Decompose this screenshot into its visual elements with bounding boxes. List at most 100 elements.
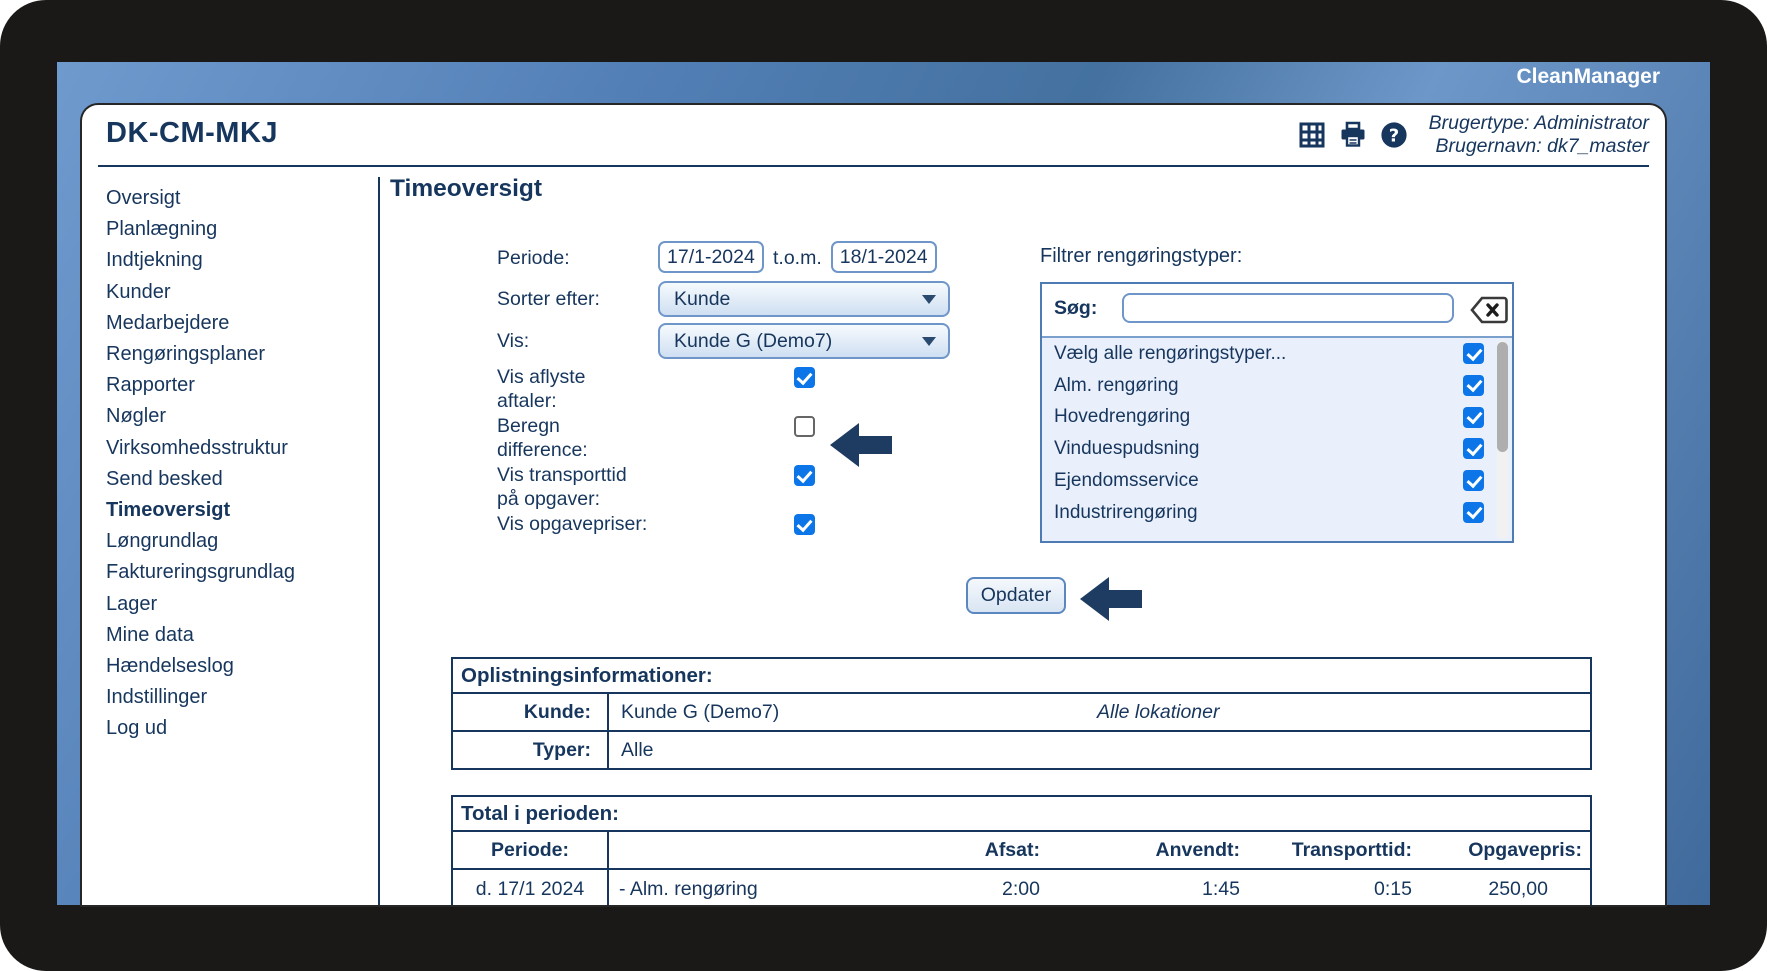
tom-label: t.o.m. [773,247,822,269]
clear-search-icon[interactable] [1470,296,1508,324]
col-header-transporttid: Transporttid: [1291,839,1412,861]
filter-checkbox-vinduespudsning[interactable] [1463,438,1484,460]
update-button[interactable]: Opdater [966,577,1066,614]
sidebar-item-faktureringsgrundlag[interactable]: Faktureringsgrundlag [106,557,368,588]
col-header-afsat: Afsat: [984,839,1040,861]
filter-item-vinduespudsning[interactable]: Vinduespudsning [1042,433,1512,465]
table-view-icon[interactable] [1298,121,1326,149]
checkbox-vis-opgavepriser[interactable] [793,514,815,535]
cell-transporttid: 0:15 [1374,878,1412,900]
print-icon[interactable] [1339,121,1367,149]
cell-periode: d. 17/1 2024 [453,870,609,905]
sidebar-item-longrundlag[interactable]: Løngrundlag [106,526,368,557]
filter-item-ejendomsservice[interactable]: Ejendomsservice [1042,465,1512,497]
sidebar-item-haendelseslog[interactable]: Hændelseslog [106,651,368,682]
info-row-label: Kunde: [453,694,609,730]
cell-anvendt: 1:45 [1202,878,1240,900]
check-row-opgavepriser: Vis opgavepriser: [497,512,967,561]
vis-value: Kunde G (Demo7) [674,329,833,352]
check-label-aflyste: Vis aflyste aftaler: [497,366,586,412]
info-kunde-value: Kunde G (Demo7) [621,701,780,723]
col-header-opgavepris: Opgavepris: [1468,839,1582,861]
periode-controls: t.o.m. [658,241,950,275]
info-kunde-note: Alle lokationer [1097,701,1220,723]
check-row-transporttid: Vis transporttid på opgaver: [497,463,967,512]
filter-search-row: Søg: [1042,284,1512,338]
filter-item-industrirengoring[interactable]: Industrirengøring [1042,497,1512,529]
checkbox-beregn-difference[interactable] [793,416,815,437]
table-row: d. 17/1 2024 - Alm. rengøring 2:00 1:45 … [453,870,1590,905]
info-row-value: Kunde G (Demo7) Alle lokationer [609,694,1590,730]
filter-item-alm-rengoring[interactable]: Alm. rengøring [1042,370,1512,402]
sidebar-item-send-besked[interactable]: Send besked [106,464,368,495]
sidebar-nav: Oversigt Planlægning Indtjekning Kunder … [106,183,368,745]
svg-text:?: ? [1388,126,1398,147]
sidebar-item-log-ud[interactable]: Log ud [106,713,368,744]
info-row-value: Alle [609,732,1590,768]
sorter-label: Sorter efter: [497,288,600,310]
sorter-row: Sorter efter: Kunde [497,281,967,323]
filter-checkbox-industrirengoring[interactable] [1463,501,1484,523]
filter-checkbox-select-all[interactable] [1463,343,1484,364]
sidebar-divider [378,177,380,905]
filter-item-label: Vinduespudsning [1054,438,1200,460]
periode-from-input[interactable] [658,241,764,273]
cell-afsat: 2:00 [1002,878,1040,900]
sidebar-item-timeoversigt[interactable]: Timeoversigt [106,495,368,526]
checkbox-vis-transporttid[interactable] [793,465,815,486]
sidebar-item-lager[interactable]: Lager [106,589,368,620]
user-type: Brugertype: Administrator [1428,112,1649,134]
sidebar-item-planlaegning[interactable]: Planlægning [106,214,368,245]
filter-scrollbar-thumb[interactable] [1497,342,1508,452]
table-row: Typer: Alle [453,730,1590,768]
filter-item-select-all[interactable]: Vælg alle rengøringstyper... [1042,338,1512,370]
sidebar-item-nogler[interactable]: Nøgler [106,401,368,432]
periode-row: Periode: t.o.m. [497,241,967,281]
filter-item-label: Vælg alle rengøringstyper... [1054,342,1287,364]
sidebar-item-oversigt[interactable]: Oversigt [106,183,368,214]
filter-checkbox-ejendomsservice[interactable] [1463,470,1484,492]
vis-row: Vis: Kunde G (Demo7) [497,323,967,365]
check-label-transporttid: Vis transporttid på opgaver: [497,464,627,510]
sidebar-item-rengoringsplaner[interactable]: Rengøringsplaner [106,339,368,370]
header-tools: ? Brugertype: Administrator Brugernavn: … [1298,107,1649,163]
checkbox-vis-aflyste[interactable] [793,367,815,388]
filter-checkbox-alm-rengoring[interactable] [1463,374,1484,396]
periode-to-input[interactable] [830,241,937,273]
content-panel: DK-CM-MKJ ? Brugertype: Administrator Br… [82,105,1665,905]
sorter-value: Kunde [674,287,731,310]
filter-item-label: Industrirengøring [1054,501,1198,523]
sidebar-item-mine-data[interactable]: Mine data [106,620,368,651]
check-row-beregn: Beregn difference: [497,414,967,463]
filter-scrollbar[interactable] [1497,340,1508,539]
page-title: Timeoversigt [390,175,543,202]
panel-header: DK-CM-MKJ ? Brugertype: Administrator Br… [98,105,1649,167]
filter-item-hovedrengoring[interactable]: Hovedrengøring [1042,402,1512,434]
table-row: Kunde: Kunde G (Demo7) Alle lokationer [453,694,1590,730]
user-name: Brugernavn: dk7_master [1435,135,1649,157]
vis-select[interactable]: Kunde G (Demo7) [658,323,950,359]
sidebar-item-virksomhedsstruktur[interactable]: Virksomhedsstruktur [106,433,368,464]
chevron-down-icon [922,294,936,304]
filter-checkbox-hovedrengoring[interactable] [1463,406,1484,428]
total-table: Total i perioden: Periode: Afsat: Anvend… [451,795,1592,905]
sidebar-item-kunder[interactable]: Kunder [106,277,368,308]
sidebar-item-indstillinger[interactable]: Indstillinger [106,682,368,713]
brand-logo: CleanManager [1516,65,1660,88]
info-row-label: Typer: [453,732,609,768]
sidebar-item-medarbejdere[interactable]: Medarbejdere [106,308,368,339]
search-label: Søg: [1054,297,1098,319]
col-header-periode: Periode: [453,832,609,868]
chevron-down-icon [922,336,936,346]
callout-arrow-opdater-icon [1080,577,1142,621]
filter-form: Periode: t.o.m. Sorter efter: Kunde Vis: [497,241,967,561]
sidebar-item-indtjekning[interactable]: Indtjekning [106,245,368,276]
sidebar-item-rapporter[interactable]: Rapporter [106,370,368,401]
app-title: DK-CM-MKJ [106,117,279,149]
help-icon[interactable]: ? [1380,121,1408,149]
sorter-select[interactable]: Kunde [658,281,950,317]
filter-list: Vælg alle rengøringstyper... Alm. rengør… [1042,338,1512,541]
info-typer-value: Alle [621,739,654,761]
search-input[interactable] [1122,293,1454,323]
total-table-title: Total i perioden: [453,797,1590,832]
